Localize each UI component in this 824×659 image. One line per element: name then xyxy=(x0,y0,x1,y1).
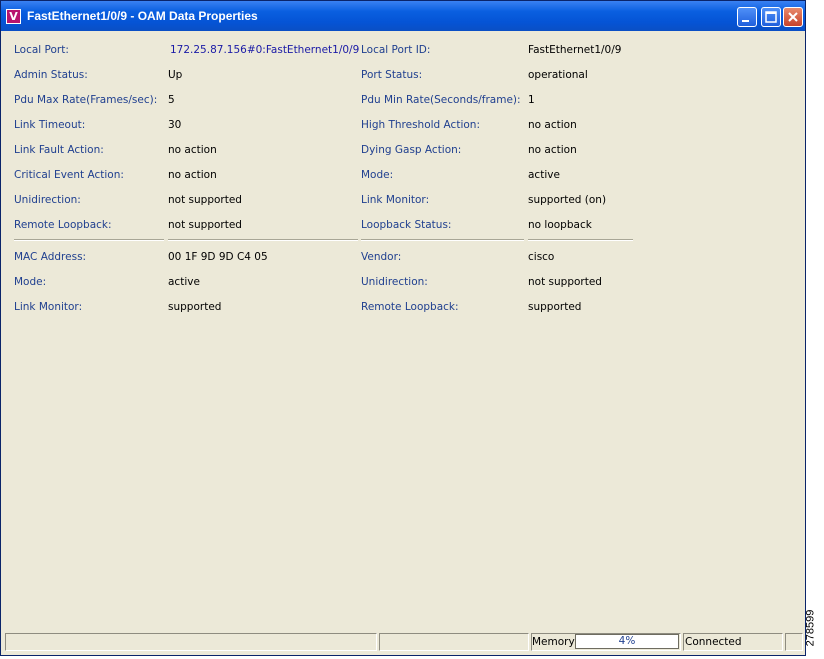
mode-label: Mode: xyxy=(361,169,394,181)
mac-address-label: MAC Address: xyxy=(14,251,87,263)
remote-loopback-value: not supported xyxy=(168,219,242,231)
remote-remote-loopback-value: supported xyxy=(528,301,582,313)
title-bar[interactable]: V FastEthernet1/0/9 - OAM Data Propertie… xyxy=(1,1,805,31)
remote-link-monitor-label: Link Monitor: xyxy=(14,301,83,313)
unidirection-value: not supported xyxy=(168,194,242,206)
separator xyxy=(14,239,164,241)
port-status-label: Port Status: xyxy=(361,69,423,81)
window-title: FastEthernet1/0/9 - OAM Data Properties xyxy=(27,9,258,23)
resize-grip[interactable] xyxy=(785,633,803,651)
link-fault-action-label: Link Fault Action: xyxy=(14,144,104,156)
remote-mode-label: Mode: xyxy=(14,276,47,288)
port-status-value: operational xyxy=(528,69,588,81)
loopback-status-label: Loopback Status: xyxy=(361,219,452,231)
figure-code-text: 278599 xyxy=(804,609,817,647)
local-port-value[interactable]: 172.25.87.156#0:FastEthernet1/0/9 xyxy=(170,44,359,56)
local-port-label: Local Port: xyxy=(14,44,69,56)
dying-gasp-action-value: no action xyxy=(528,144,577,156)
maximize-button[interactable] xyxy=(761,7,781,27)
figure-code: 278599 xyxy=(804,604,824,656)
remote-loopback-label: Remote Loopback: xyxy=(14,219,112,231)
link-fault-action-value: no action xyxy=(168,144,217,156)
unidirection-label: Unidirection: xyxy=(14,194,81,206)
memory-label: Memory: xyxy=(532,636,578,648)
close-button[interactable] xyxy=(783,7,803,27)
link-monitor-label: Link Monitor: xyxy=(361,194,430,206)
critical-event-action-label: Critical Event Action: xyxy=(14,169,124,181)
pdu-min-rate-value: 1 xyxy=(528,94,535,106)
vendor-value: cisco xyxy=(528,251,555,263)
remote-mode-value: active xyxy=(168,276,200,288)
close-icon xyxy=(788,12,798,22)
loopback-status-value: no loopback xyxy=(528,219,592,231)
separator xyxy=(168,239,358,241)
properties-panel: Local Port: 172.25.87.156#0:FastEthernet… xyxy=(3,31,803,631)
remote-unidirection-value: not supported xyxy=(528,276,602,288)
mode-value: active xyxy=(528,169,560,181)
minimize-icon xyxy=(742,20,749,22)
mac-address-value: 00 1F 9D 9D C4 05 xyxy=(168,251,268,263)
app-icon: V xyxy=(6,9,21,24)
separator xyxy=(361,239,524,241)
remote-remote-loopback-label: Remote Loopback: xyxy=(361,301,459,313)
vendor-label: Vendor: xyxy=(361,251,402,263)
status-bar: Memory: 4% Connected xyxy=(1,629,805,655)
minimize-button[interactable] xyxy=(737,7,757,27)
separator xyxy=(528,239,633,241)
pdu-max-rate-label: Pdu Max Rate(Frames/sec): xyxy=(14,94,158,106)
status-cell-main xyxy=(5,633,377,651)
status-cell-secondary xyxy=(379,633,529,651)
connection-status: Connected xyxy=(685,636,742,648)
remote-unidirection-label: Unidirection: xyxy=(361,276,428,288)
local-port-id-value: FastEthernet1/0/9 xyxy=(528,44,622,56)
memory-progress-bar: 4% xyxy=(575,634,679,649)
high-threshold-action-value: no action xyxy=(528,119,577,131)
link-monitor-value: supported (on) xyxy=(528,194,607,206)
dying-gasp-action-label: Dying Gasp Action: xyxy=(361,144,462,156)
pdu-min-rate-label: Pdu Min Rate(Seconds/frame): xyxy=(361,94,521,106)
link-timeout-label: Link Timeout: xyxy=(14,119,86,131)
admin-status-value: Up xyxy=(168,69,183,81)
remote-link-monitor-value: supported xyxy=(168,301,222,313)
properties-window: V FastEthernet1/0/9 - OAM Data Propertie… xyxy=(0,0,806,656)
admin-status-label: Admin Status: xyxy=(14,69,88,81)
local-port-id-label: Local Port ID: xyxy=(361,44,431,56)
pdu-max-rate-value: 5 xyxy=(168,94,175,106)
critical-event-action-value: no action xyxy=(168,169,217,181)
high-threshold-action-label: High Threshold Action: xyxy=(361,119,480,131)
link-timeout-value: 30 xyxy=(168,119,182,131)
maximize-icon xyxy=(765,11,777,23)
